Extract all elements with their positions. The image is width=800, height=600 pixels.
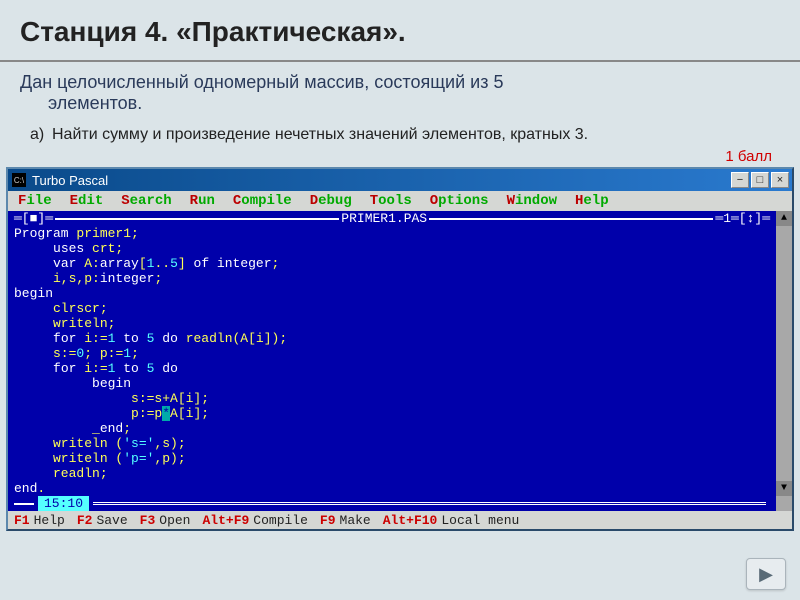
code-line[interactable]: for i:=1 to 5 do readln(A[i]); — [14, 331, 770, 346]
task-line-1b: элементов. — [20, 93, 780, 114]
code-line[interactable]: for i:=1 to 5 do — [14, 361, 770, 376]
frame-close-gadget[interactable]: ═[■]═ — [14, 211, 53, 226]
turbo-pascal-window: C:\ Turbo Pascal − □ × File Edit Search Run… — [6, 167, 794, 531]
code-line[interactable]: _end; — [14, 421, 770, 436]
minimize-button[interactable]: − — [731, 172, 749, 188]
scroll-up-icon[interactable]: ▲ — [776, 211, 792, 226]
code-line[interactable]: end. — [14, 481, 770, 496]
frame-zoom-gadget[interactable]: ═1═[↕]═ — [715, 211, 770, 226]
code-line[interactable]: begin — [14, 376, 770, 391]
code-line[interactable]: writeln; — [14, 316, 770, 331]
code-line[interactable]: var A:array[1..5] of integer; — [14, 256, 770, 271]
app-icon: C:\ — [12, 173, 26, 187]
menu-run[interactable]: Run — [190, 193, 215, 209]
menu-compile[interactable]: Compile — [233, 193, 292, 209]
menu-help[interactable]: Help — [575, 193, 609, 209]
cursor-position: 15:10 — [38, 496, 89, 511]
menu-window[interactable]: Window — [507, 193, 557, 209]
subtask-a: а) Найти сумму и произведение нечетных з… — [0, 118, 800, 146]
code-line[interactable]: readln; — [14, 466, 770, 481]
menu-debug[interactable]: Debug — [310, 193, 352, 209]
hint-key[interactable]: F3 — [140, 513, 156, 528]
title-bar[interactable]: C:\ Turbo Pascal − □ × — [8, 169, 792, 191]
hint-text: Save — [96, 513, 127, 528]
hint-text: Local menu — [441, 513, 519, 528]
menu-bar[interactable]: File Edit Search Run Compile Debug Tools Option… — [8, 191, 792, 211]
hint-key[interactable]: F2 — [77, 513, 93, 528]
code-line[interactable]: writeln ('s=',s); — [14, 436, 770, 451]
code-editor[interactable]: ▲ ▼ ═[■]═ PRIMER1.PAS ═1═[↕]═ Program pr… — [8, 211, 792, 511]
app-title: Turbo Pascal — [32, 173, 725, 188]
hint-key[interactable]: F1 — [14, 513, 30, 528]
score-label: 1 балл — [0, 146, 800, 165]
arrow-right-icon: ▶ — [759, 564, 773, 585]
code-line[interactable]: i,s,p:integer; — [14, 271, 770, 286]
editor-frame-bottom: 15:10 — [14, 496, 770, 511]
subtask-text: Найти сумму и произведение нечетных знач… — [52, 126, 588, 143]
editor-filename: PRIMER1.PAS — [341, 211, 427, 226]
function-key-bar: F1 Help F2 Save F3 Open Alt+F9 Compile F9 Ma… — [8, 511, 792, 529]
menu-options[interactable]: Options — [430, 193, 489, 209]
hint-text: Compile — [253, 513, 308, 528]
code-line[interactable]: begin — [14, 286, 770, 301]
hint-key[interactable]: Alt+F9 — [202, 513, 249, 528]
scroll-down-icon[interactable]: ▼ — [776, 481, 792, 496]
code-line[interactable]: clrscr; — [14, 301, 770, 316]
hint-key[interactable]: F9 — [320, 513, 336, 528]
menu-file[interactable]: File — [18, 193, 52, 209]
code-line[interactable]: Program primer1; — [14, 226, 770, 241]
menu-tools[interactable]: Tools — [370, 193, 412, 209]
editor-frame-top: ═[■]═ PRIMER1.PAS ═1═[↕]═ — [14, 211, 770, 226]
menu-search[interactable]: Search — [121, 193, 171, 209]
task-line-1: Дан целочисленный одномерный массив, сос… — [20, 72, 780, 93]
hint-key[interactable]: Alt+F10 — [383, 513, 438, 528]
maximize-button[interactable]: □ — [751, 172, 769, 188]
slide-title: Станция 4. «Практическая». — [20, 16, 780, 48]
code-line[interactable]: s:=s+A[i]; — [14, 391, 770, 406]
code-line[interactable]: s:=0; p:=1; — [14, 346, 770, 361]
code-line[interactable]: writeln ('p=',p); — [14, 451, 770, 466]
hint-text: Make — [340, 513, 371, 528]
code-line[interactable]: uses crt; — [14, 241, 770, 256]
next-slide-button[interactable]: ▶ — [746, 558, 786, 590]
hint-text: Help — [34, 513, 65, 528]
code-line[interactable]: p:=p*A[i]; — [14, 406, 770, 421]
close-button[interactable]: × — [771, 172, 789, 188]
subtask-marker: а) — [30, 126, 44, 144]
hint-text: Open — [159, 513, 190, 528]
menu-edit[interactable]: Edit — [70, 193, 104, 209]
